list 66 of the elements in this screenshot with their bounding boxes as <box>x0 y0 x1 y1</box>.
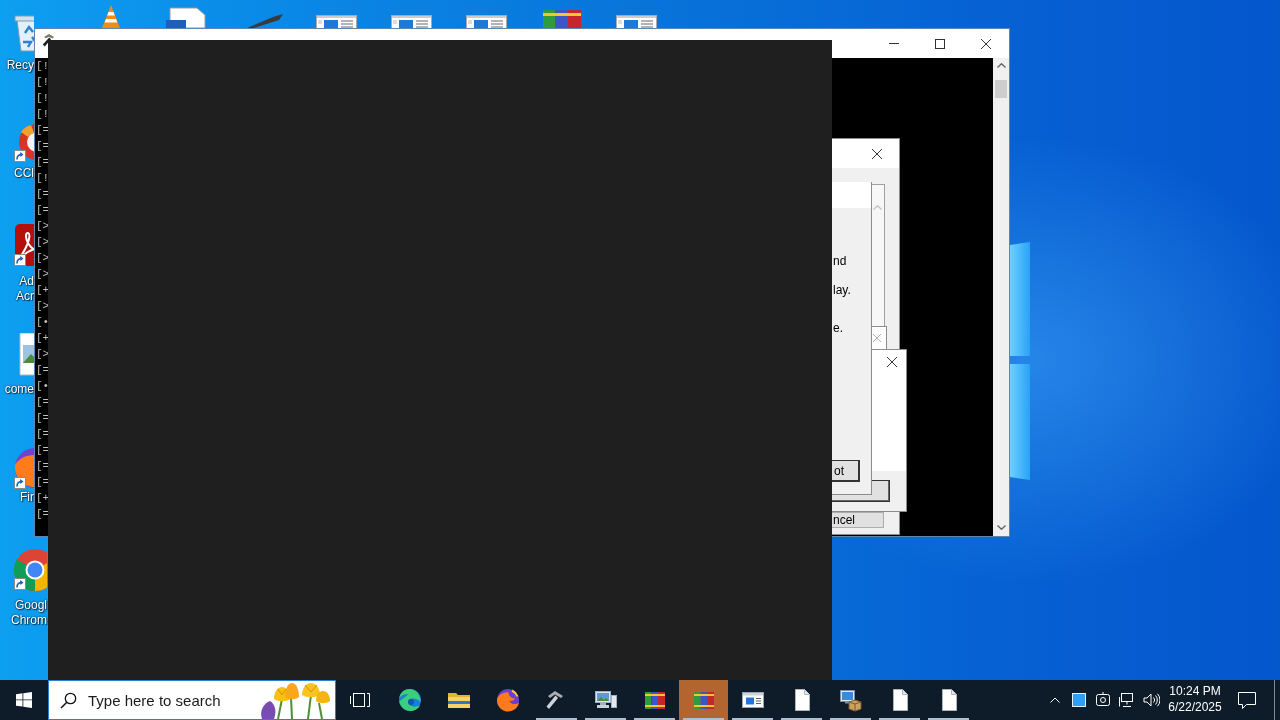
desktop-icon-label[interactable]: CCl <box>14 166 34 181</box>
close-icon[interactable] <box>887 357 897 367</box>
console-line: [= <box>36 187 50 202</box>
volume-icon[interactable] <box>1142 693 1160 707</box>
console-line: [> <box>36 267 50 282</box>
search-box[interactable]: Type here to search <box>48 680 336 720</box>
console-line: [+ <box>36 491 50 506</box>
console-line: [! <box>36 171 50 186</box>
console-line: [! <box>36 107 50 122</box>
app-tray-icon[interactable] <box>1072 693 1086 707</box>
swirl-icon <box>397 688 422 712</box>
console-line: [= <box>36 363 50 378</box>
console-line: [= <box>36 443 50 458</box>
scrollbar-thumb[interactable] <box>995 80 1007 98</box>
close-icon <box>981 38 991 49</box>
console-line: [> <box>36 251 50 266</box>
console-line: [> <box>36 219 50 234</box>
console-line: [= <box>36 475 50 490</box>
console-line: [• <box>36 379 50 394</box>
console-line: [> <box>36 235 50 250</box>
console-line: [> <box>36 299 50 314</box>
console-line: [= <box>36 139 50 154</box>
desktop-icon-label[interactable]: Googl Chrom <box>11 598 47 628</box>
console-line: [> <box>36 347 50 362</box>
console-line: [! <box>36 91 50 106</box>
dialog-button[interactable]: ot <box>832 460 860 482</box>
hammer-icon <box>42 33 57 48</box>
desktop-icon-label[interactable]: come <box>4 382 34 397</box>
desktop-icon-label[interactable]: Fir <box>20 490 34 505</box>
notification-icon[interactable] <box>1238 691 1256 709</box>
console-line: [• <box>36 315 50 330</box>
clock-button[interactable]: 10:24 PM 6/22/2025 <box>1163 680 1227 720</box>
console-line: [= <box>36 203 50 218</box>
console-line: [! <box>36 75 50 90</box>
device-icon[interactable] <box>1095 692 1111 708</box>
console-line: [= <box>36 411 50 426</box>
title-bar <box>832 182 871 208</box>
dialog-text: e. <box>833 320 843 336</box>
installer-icon <box>838 688 863 712</box>
scrollbar[interactable] <box>872 184 885 326</box>
fox-globe-icon <box>495 688 520 712</box>
console-line: [+ <box>36 331 50 346</box>
document-icon[interactable] <box>165 5 209 28</box>
chevron-down-icon[interactable] <box>996 525 1006 530</box>
console-line: [+ <box>36 283 50 298</box>
search-field[interactable]: Type here to search <box>88 691 248 709</box>
console-line: [= <box>36 123 50 138</box>
network-icon[interactable] <box>1119 693 1135 707</box>
minimize-icon <box>889 43 899 44</box>
scrollbar[interactable] <box>993 58 1009 536</box>
dialog-button[interactable]: ncel <box>832 512 884 528</box>
windows-logo-icon <box>16 692 32 708</box>
console-line: [= <box>36 427 50 442</box>
maximize-icon <box>935 38 945 49</box>
console-line: [= <box>36 507 50 522</box>
close-icon[interactable] <box>872 148 882 159</box>
console-line: [= <box>36 395 50 410</box>
console-line: [= <box>36 459 50 474</box>
pdf-icon[interactable] <box>13 224 34 268</box>
desktop-icon-label[interactable]: Recy <box>6 58 34 73</box>
console-line: [= <box>36 155 50 170</box>
console-line: [! <box>36 59 50 74</box>
dialog-text: nd <box>833 253 847 269</box>
dialog-text: lay. <box>833 282 851 298</box>
search-icon <box>60 691 77 709</box>
desktop-icon-label[interactable]: Ad Acr <box>16 274 34 304</box>
